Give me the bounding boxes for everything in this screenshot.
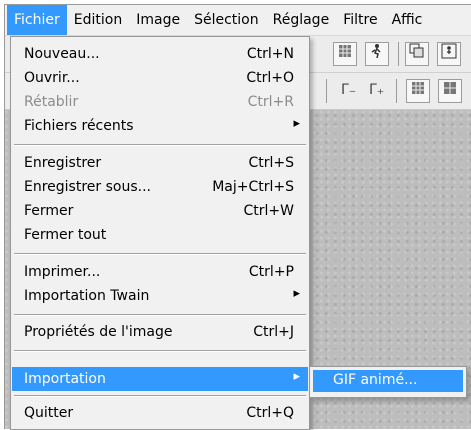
menu-separator [14,253,306,255]
menu-item-shortcut: Maj+Ctrl+S [212,179,294,195]
menu-selection[interactable]: Sélection [187,5,266,35]
menu-item-label: Ouvrir... [24,70,80,86]
figure-frame-icon[interactable] [437,42,461,66]
submenu-arrow-icon: ▸ [293,116,300,131]
toolbar-separator [326,79,327,103]
grid-icon-glyph [444,82,456,94]
menu-item-importation-twain[interactable]: Importation Twain ▸ [12,284,308,308]
menu-item-fermer-tout[interactable]: Fermer tout [12,223,308,247]
menu-bar: Fichier Edition Image Sélection Réglage … [5,5,471,36]
menu-item-shortcut: Ctrl+P [248,264,294,280]
menu-item-label: Fichiers récents [24,118,134,134]
menu-item-shortcut: Ctrl+J [253,324,294,340]
menu-filtre[interactable]: Filtre [336,5,384,35]
menu-separator [14,314,306,316]
submenu-arrow-icon: ▸ [293,286,300,301]
menu-item-quitter[interactable]: Quitter Ctrl+Q [12,401,308,425]
menu-item-imprimer[interactable]: Imprimer... Ctrl+P [12,260,308,284]
menu-item-shortcut: Ctrl+R [247,94,294,110]
menu-item-fermer[interactable]: Fermer Ctrl+W [12,199,308,223]
menu-item-label: Enregistrer sous... [24,179,151,195]
menu-item-shortcut: Ctrl+O [246,70,294,86]
menu-item-label: Fermer [24,203,74,219]
menu-item-fichiers-recents[interactable]: Fichiers récents ▸ [12,114,308,138]
menu-item-label: Importation Twain [24,288,150,304]
grid-icon[interactable] [438,79,462,103]
menu-item-label: Nouveau... [24,46,100,62]
menu-separator [14,144,306,146]
menu-fichier[interactable]: Fichier [7,5,67,35]
frames-icon[interactable] [405,42,429,66]
grid-icon-glyph [412,82,424,94]
walking-figure-icon[interactable] [365,42,389,66]
menu-item-retablir: Rétablir Ctrl+R [12,90,308,114]
menu-separator [14,350,306,352]
menu-separator [14,395,306,397]
menu-item-proprietes-image[interactable]: Propriétés de l'image Ctrl+J [12,320,308,344]
toolbar-separator [396,79,397,103]
menu-item-shortcut: Ctrl+N [246,46,294,62]
gamma-plus-button[interactable]: Γ₊ [369,82,384,98]
grid-icon[interactable] [333,42,357,66]
menu-item-shortcut: Ctrl+S [248,155,294,171]
menu-affichage[interactable]: Affic [385,5,430,35]
menu-item-nouveau[interactable]: Nouveau... Ctrl+N [12,42,308,66]
menu-item-shortcut: Ctrl+Q [246,405,294,421]
grid-icon[interactable] [406,79,430,103]
menu-item-label: Rétablir [24,94,79,110]
menu-item-label: Propriétés de l'image [24,324,173,340]
menu-item-label: Importation [24,371,106,387]
menu-item-importation[interactable]: Importation ▸ [12,367,308,391]
menu-item-label: Imprimer... [24,264,101,280]
submenu-item-gif-anime[interactable]: GIF animé... [313,370,463,392]
gamma-minus-button[interactable]: Γ₋ [341,82,356,98]
grid-icon-glyph [339,45,351,57]
import-submenu: GIF animé... [309,366,467,398]
menu-item-label: Enregistrer [24,155,102,171]
menu-item-enregistrer[interactable]: Enregistrer Ctrl+S [12,151,308,175]
submenu-item-label: GIF animé... [333,372,418,388]
menu-reglage[interactable]: Réglage [266,5,337,35]
menu-item-ouvrir[interactable]: Ouvrir... Ctrl+O [12,66,308,90]
toolbar-separator [398,42,399,66]
frames-icon-glyph [409,43,424,58]
menu-image[interactable]: Image [129,5,187,35]
walking-figure-icon-glyph [371,44,381,59]
menu-edition[interactable]: Edition [67,5,129,35]
menu-item-label: Fermer tout [24,227,107,243]
figure-frame-icon-glyph [441,43,457,59]
file-menu: Nouveau... Ctrl+N Ouvrir... Ctrl+O Rétab… [10,36,310,430]
menu-item-shortcut: Ctrl+W [243,203,294,219]
menu-item-label: Quitter [24,405,74,421]
submenu-arrow-icon: ▸ [293,369,300,384]
menu-item-enregistrer-sous[interactable]: Enregistrer sous... Maj+Ctrl+S [12,175,308,199]
